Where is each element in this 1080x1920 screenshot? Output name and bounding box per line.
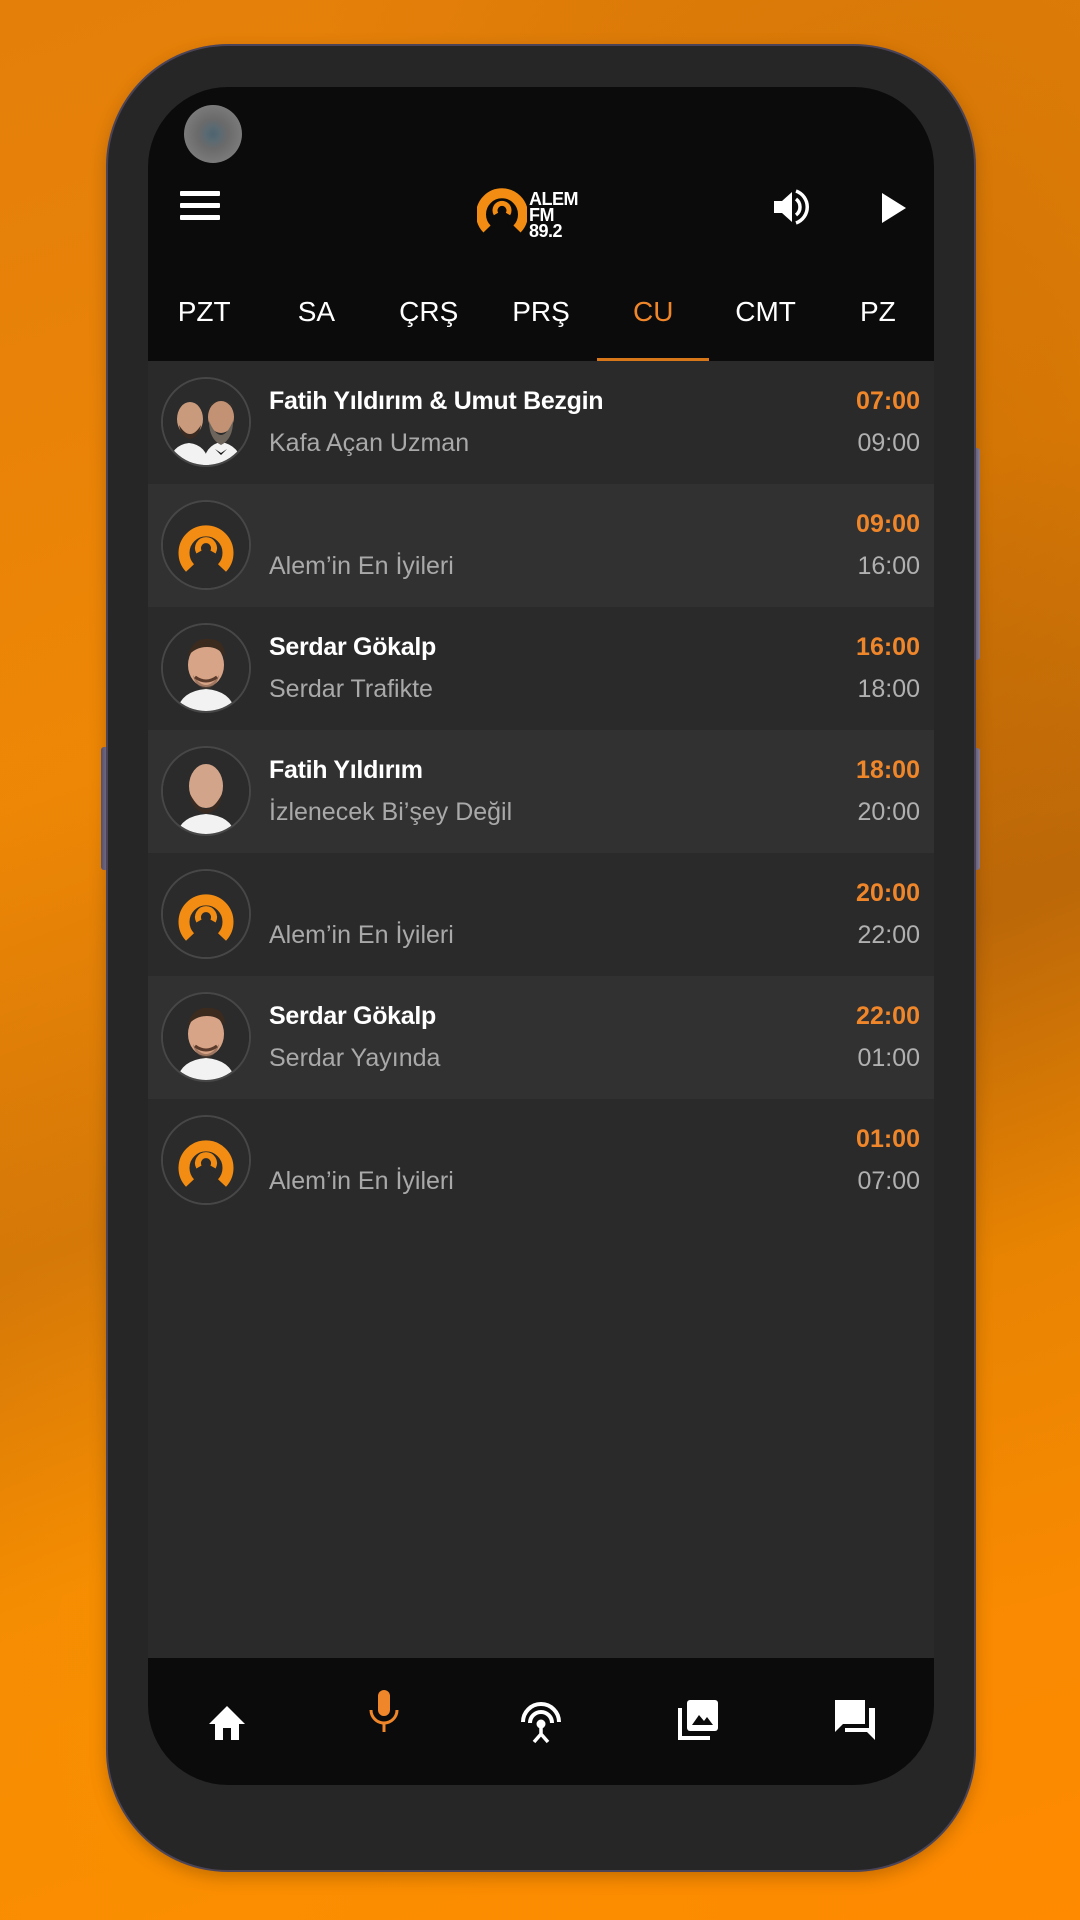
start-time: 07:00 <box>856 387 920 415</box>
end-time: 20:00 <box>857 798 920 826</box>
play-icon <box>882 193 906 223</box>
hamburger-menu-icon <box>180 191 220 196</box>
schedule-row[interactable]: Serdar Gökalp Serdar Yayında 22:00 01:00 <box>148 976 934 1099</box>
volume-button[interactable] <box>772 187 812 227</box>
host-name: Fatih Yıldırım <box>269 756 423 784</box>
end-time: 16:00 <box>857 552 920 580</box>
host-photo-serdar <box>163 625 249 711</box>
station-avatar <box>161 1115 251 1205</box>
show-name: Serdar Yayında <box>269 1044 441 1072</box>
host-avatar <box>161 746 251 836</box>
schedule-list: Fatih Yıldırım & Umut Bezgin Kafa Açan U… <box>148 361 934 1222</box>
station-logo: ALEM FM 89.2 <box>476 187 607 240</box>
station-frequency: 89.2 <box>529 221 563 241</box>
play-button[interactable] <box>878 191 908 225</box>
station-logo-icon <box>163 1117 249 1203</box>
photo-gallery-icon <box>678 1700 719 1740</box>
schedule-row[interactable]: Alem’in En İyileri 09:00 16:00 <box>148 484 934 607</box>
start-time: 18:00 <box>856 756 920 784</box>
end-time: 07:00 <box>857 1167 920 1195</box>
tab-saturday[interactable]: CMT <box>709 275 821 361</box>
host-avatar <box>161 992 251 1082</box>
nav-gallery[interactable] <box>620 1658 777 1785</box>
home-icon <box>208 1706 245 1740</box>
tab-friday[interactable]: CU <box>597 275 710 362</box>
station-name: ALEM FM <box>529 189 579 225</box>
schedule-row[interactable]: Alem’in En İyileri 20:00 22:00 <box>148 853 934 976</box>
station-logo-icon <box>163 871 249 957</box>
volume-up-icon <box>774 189 809 225</box>
nav-messages[interactable] <box>777 1658 934 1785</box>
show-name: Alem’in En İyileri <box>269 1167 454 1195</box>
front-camera <box>184 105 242 163</box>
host-name: Serdar Gökalp <box>269 633 436 661</box>
host-photo-duo <box>163 379 249 465</box>
end-time: 22:00 <box>857 921 920 949</box>
show-name: Alem’in En İyileri <box>269 921 454 949</box>
show-name: Kafa Açan Uzman <box>269 429 470 457</box>
day-tabs: PZT SA ÇRŞ PRŞ CU CMT PZ <box>148 275 934 362</box>
tab-wednesday[interactable]: ÇRŞ <box>373 275 485 361</box>
start-time: 20:00 <box>856 879 920 907</box>
host-photo-fatih <box>163 748 249 834</box>
station-logo-icon <box>163 502 249 588</box>
host-avatar <box>161 623 251 713</box>
start-time: 16:00 <box>856 633 920 661</box>
start-time: 22:00 <box>856 1002 920 1030</box>
host-name: Fatih Yıldırım & Umut Bezgin <box>269 387 604 415</box>
podcast-broadcast-icon <box>521 1702 561 1744</box>
menu-button[interactable] <box>180 191 220 221</box>
nav-schedule[interactable] <box>305 1658 462 1785</box>
show-name: İzlenecek Bi’şey Değil <box>269 798 513 826</box>
tab-tuesday[interactable]: SA <box>260 275 372 361</box>
host-photo-serdar <box>163 994 249 1080</box>
start-time: 01:00 <box>856 1125 920 1153</box>
show-name: Serdar Trafikte <box>269 675 433 703</box>
nav-podcasts[interactable] <box>462 1658 619 1785</box>
schedule-row[interactable]: Fatih Yıldırım İzlenecek Bi’şey Değil 18… <box>148 730 934 853</box>
show-name: Alem’in En İyileri <box>269 552 454 580</box>
end-time: 09:00 <box>857 429 920 457</box>
microphone-icon <box>369 1690 399 1732</box>
app-header: ALEM FM 89.2 PZT SA ÇRŞ PRŞ CU CMT PZ <box>148 87 934 362</box>
station-logo-icon <box>476 188 528 233</box>
tab-monday[interactable]: PZT <box>148 275 260 361</box>
bottom-navigation <box>148 1658 934 1785</box>
station-avatar <box>161 500 251 590</box>
start-time: 09:00 <box>856 510 920 538</box>
end-time: 18:00 <box>857 675 920 703</box>
host-name: Serdar Gökalp <box>269 1002 436 1030</box>
schedule-row[interactable]: Serdar Gökalp Serdar Trafikte 16:00 18:0… <box>148 607 934 730</box>
station-avatar <box>161 869 251 959</box>
tab-thursday[interactable]: PRŞ <box>485 275 597 361</box>
host-avatar <box>161 377 251 467</box>
tab-sunday[interactable]: PZ <box>822 275 934 361</box>
schedule-row[interactable]: Alem’in En İyileri 01:00 07:00 <box>148 1099 934 1222</box>
nav-home[interactable] <box>148 1658 305 1785</box>
app-screen: ALEM FM 89.2 PZT SA ÇRŞ PRŞ CU CMT PZ Fa… <box>148 87 934 1785</box>
chat-forum-icon <box>835 1700 876 1740</box>
schedule-row[interactable]: Fatih Yıldırım & Umut Bezgin Kafa Açan U… <box>148 361 934 484</box>
end-time: 01:00 <box>857 1044 920 1072</box>
